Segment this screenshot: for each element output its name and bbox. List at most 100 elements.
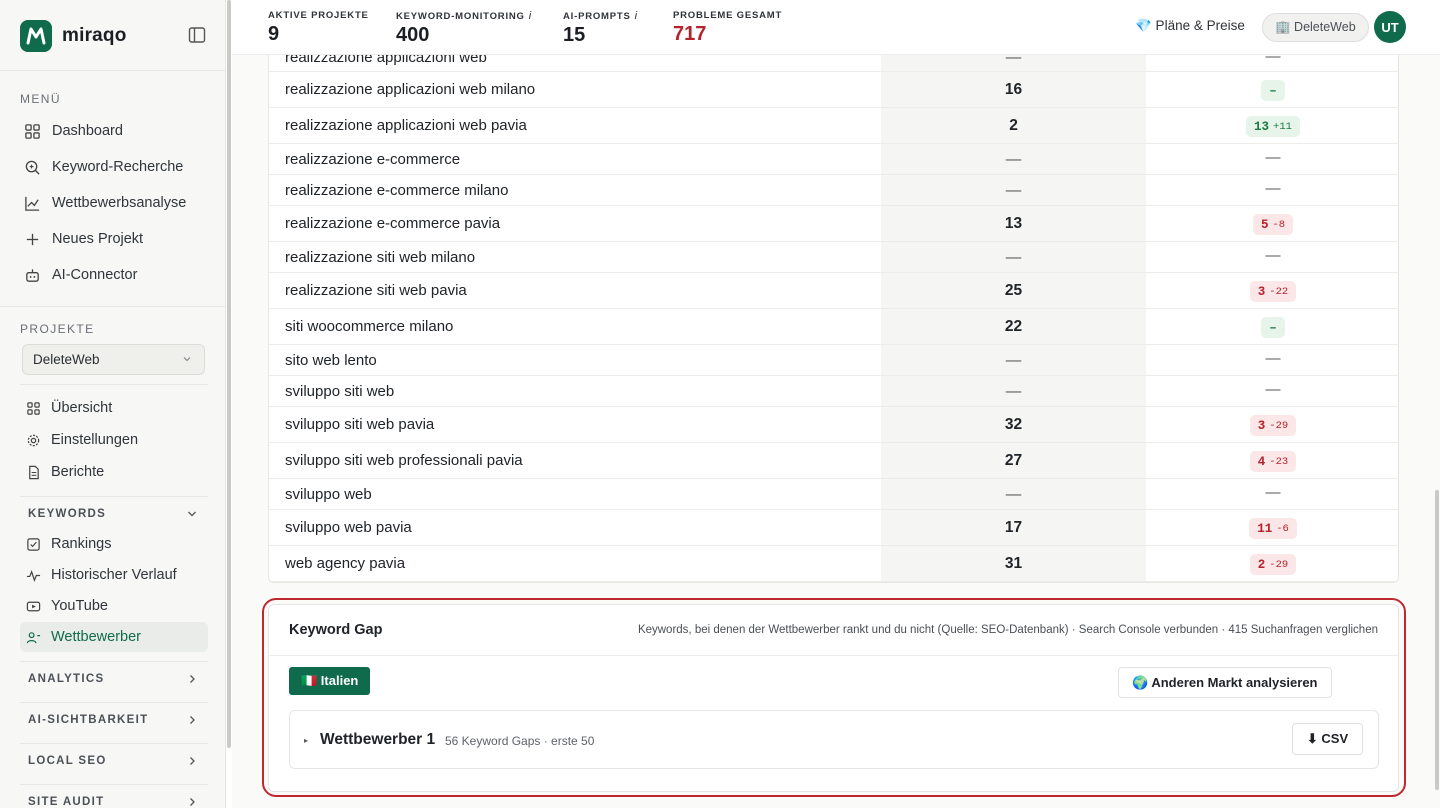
table-row[interactable]: sviluppo siti web professionali pavia 27 4… <box>269 443 1398 479</box>
stat-aktive-projekte: AKTIVE PROJEKTE 9 <box>268 10 369 46</box>
sidebar-item-wettbewerber[interactable]: Wettbewerber <box>20 622 208 652</box>
position-cell: 27 <box>1004 452 1023 469</box>
change-cell: 13 +11 <box>1146 116 1398 137</box>
position-cell: 16 <box>1004 81 1023 98</box>
checkbox-icon <box>27 537 40 551</box>
csv-download-button[interactable]: ⬇ CSV <box>1292 723 1363 755</box>
keyword-cell: realizzazione applicazioni web pavia <box>285 117 527 134</box>
sidebar-group-keywords[interactable]: KEYWORDS <box>20 502 208 526</box>
workspace-button[interactable]: 🏢 DeleteWeb <box>1262 13 1369 42</box>
sidebar-divider <box>20 702 208 703</box>
change-value: — <box>1265 484 1281 501</box>
plans-link[interactable]: 💎 Pläne & Preise <box>1135 18 1245 34</box>
document-icon <box>29 465 39 479</box>
other-market-button[interactable]: 🌍 Anderen Markt analysieren <box>1118 667 1332 698</box>
brand[interactable]: miraqo <box>20 20 127 52</box>
sidebar-item-youtube[interactable]: YouTube <box>20 591 208 621</box>
table-row[interactable]: realizzazione applicazioni web milano 16 – <box>269 72 1398 108</box>
table-row[interactable]: web agency pavia 31 2 -29 <box>269 546 1398 582</box>
competitor-name[interactable]: Wettbewerber 1 <box>320 731 435 749</box>
change-badge: 4 -23 <box>1249 451 1297 472</box>
sidebar-item-uebersicht[interactable]: Übersicht <box>20 393 208 423</box>
change-delta: -29 <box>1269 419 1289 432</box>
table-row[interactable]: sviluppo web — — <box>269 479 1398 510</box>
sidebar-group-site-audit[interactable]: SITE AUDIT <box>20 790 208 808</box>
change-value: — <box>1265 180 1281 197</box>
info-icon[interactable]: i <box>529 10 532 22</box>
avatar[interactable]: UT <box>1374 11 1406 43</box>
stat-ai-prompts: AI-PROMPTS i 15 <box>563 10 638 47</box>
position-cell: — <box>1005 383 1022 400</box>
table-row[interactable]: realizzazione applicazioni web — — <box>269 55 1398 72</box>
users-icon <box>26 631 41 643</box>
sidebar-item-historischer-verlauf[interactable]: Historischer Verlauf <box>20 560 208 590</box>
grid-icon <box>25 123 40 139</box>
table-row[interactable]: realizzazione e-commerce pavia 13 5 -8 <box>269 206 1398 242</box>
sidebar-collapse-icon[interactable] <box>188 26 208 46</box>
sidebar-item-ai-connector[interactable]: AI-Connector <box>20 260 208 290</box>
sidebar-group-analytics[interactable]: ANALYTICS <box>20 667 208 691</box>
main-scrollbar-thumb[interactable] <box>1435 490 1439 790</box>
sidebar-group-label: SITE AUDIT <box>28 796 105 808</box>
change-badge: 2 -29 <box>1249 554 1297 575</box>
sidebar-item-rankings[interactable]: Rankings <box>20 529 208 559</box>
table-row[interactable]: realizzazione e-commerce milano — — <box>269 175 1398 206</box>
position-cell: 31 <box>1004 555 1023 572</box>
sidebar-scrollbar-thumb[interactable] <box>227 0 231 748</box>
keyword-cell: sviluppo siti web professionali pavia <box>285 452 523 469</box>
market-italien-button[interactable]: 🇮🇹 Italien <box>289 667 371 695</box>
sidebar-group-local-seo[interactable]: LOCAL SEO <box>20 749 208 773</box>
divider <box>269 655 1398 656</box>
change-value: — <box>1265 149 1281 166</box>
search-icon <box>25 160 40 175</box>
sidebar-group-label: LOCAL SEO <box>28 755 107 767</box>
change-value: 5 <box>1260 217 1269 232</box>
change-badge: 3 -22 <box>1249 281 1297 302</box>
keyword-cell: siti woocommerce milano <box>285 318 454 335</box>
change-value: — <box>1265 381 1281 398</box>
table-row[interactable]: sito web lento — — <box>269 345 1398 376</box>
change-delta: -22 <box>1269 285 1289 298</box>
sidebar-item-neues-projekt[interactable]: Neues Projekt <box>20 224 208 254</box>
change-cell: — <box>1146 55 1398 65</box>
change-delta: -6 <box>1276 522 1289 535</box>
change-cell: — <box>1146 180 1398 197</box>
table-row[interactable]: sviluppo web pavia 17 11 -6 <box>269 510 1398 546</box>
table-row[interactable]: realizzazione e-commerce — — <box>269 144 1398 175</box>
change-badge: 13 +11 <box>1246 116 1300 137</box>
change-value: 13 <box>1254 119 1270 134</box>
sidebar-item-berichte[interactable]: Berichte <box>20 457 208 487</box>
activity-icon <box>26 569 41 582</box>
sidebar-group-label: KEYWORDS <box>28 508 107 520</box>
change-delta: -29 <box>1269 558 1289 571</box>
change-delta: -8 <box>1272 218 1286 231</box>
sidebar-item-einstellungen[interactable]: Einstellungen <box>20 425 208 455</box>
table-row[interactable]: realizzazione siti web milano — — <box>269 242 1398 273</box>
expand-triangle-icon[interactable]: ▸ <box>304 736 308 745</box>
sidebar-item-wettbewerbsanalyse[interactable]: Wettbewerbsanalyse <box>20 188 208 218</box>
table-row[interactable]: realizzazione siti web pavia 25 3 -22 <box>269 273 1398 309</box>
keyword-cell: sviluppo siti web <box>285 383 395 400</box>
table-row[interactable]: siti woocommerce milano 22 – <box>269 309 1398 345</box>
table-row[interactable]: sviluppo siti web — — <box>269 376 1398 407</box>
change-badge: 11 -6 <box>1249 518 1297 539</box>
sidebar-group-label: ANALYTICS <box>28 673 105 685</box>
chart-line-icon <box>25 196 40 211</box>
sidebar-group-ai-sichtbarkeit[interactable]: AI-SICHTBARKEIT <box>20 708 208 732</box>
chevron-right-icon <box>190 675 195 683</box>
position-cell: — <box>1005 182 1022 199</box>
keyword-cell: realizzazione applicazioni web milano <box>285 81 536 98</box>
project-select[interactable]: DeleteWeb <box>22 344 205 375</box>
sidebar-item-keyword-recherche[interactable]: Keyword-Recherche <box>20 152 208 182</box>
sidebar-item-dashboard[interactable]: Dashboard <box>20 116 208 146</box>
stat-value: 717 <box>673 23 707 45</box>
sidebar-divider <box>20 384 208 385</box>
brand-name: miraqo <box>62 25 127 46</box>
position-cell: 32 <box>1004 416 1023 433</box>
chevron-right-icon <box>190 757 195 765</box>
table-row[interactable]: sviluppo siti web pavia 32 3 -29 <box>269 407 1398 443</box>
info-icon[interactable]: i <box>635 10 638 22</box>
change-cell: 5 -8 <box>1146 214 1398 235</box>
stat-value: 400 <box>396 24 430 46</box>
table-row[interactable]: realizzazione applicazioni web pavia 2 13 +… <box>269 108 1398 144</box>
